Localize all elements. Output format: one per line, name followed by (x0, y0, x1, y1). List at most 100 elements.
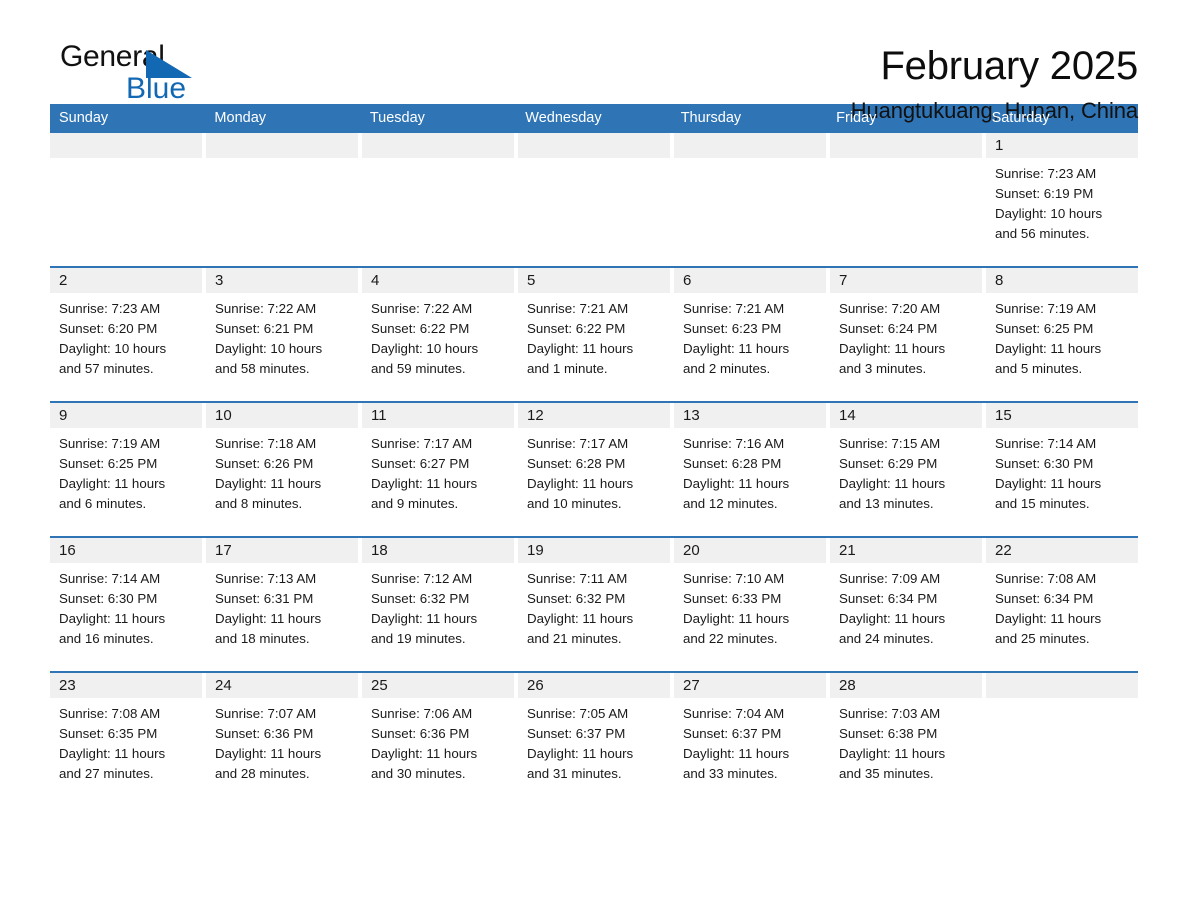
sunset-text: Sunset: 6:21 PM (215, 321, 314, 336)
sunrise-text: Sunrise: 7:15 AM (839, 436, 941, 451)
sunset-text: Sunset: 6:32 PM (527, 591, 626, 606)
day-cell[interactable]: 9 Sunrise: 7:19 AM Sunset: 6:25 PM Dayli… (50, 403, 202, 536)
daylight-text-line2: and 28 minutes. (215, 766, 310, 781)
day-cell[interactable]: 15 Sunrise: 7:14 AM Sunset: 6:30 PM Dayl… (986, 403, 1138, 536)
week-row: 23 Sunrise: 7:08 AM Sunset: 6:35 PM Dayl… (50, 671, 1138, 806)
day-number: 9 (50, 403, 202, 428)
sunrise-text: Sunrise: 7:23 AM (59, 301, 161, 316)
day-cell[interactable]: 27 Sunrise: 7:04 AM Sunset: 6:37 PM Dayl… (674, 673, 826, 806)
daylight-text-line1: Daylight: 10 hours (59, 341, 167, 356)
day-details: Sunrise: 7:08 AM Sunset: 6:34 PM Dayligh… (986, 563, 1138, 649)
daylight-text-line2: and 15 minutes. (995, 496, 1090, 511)
day-cell[interactable]: 18 Sunrise: 7:12 AM Sunset: 6:32 PM Dayl… (362, 538, 514, 671)
daylight-text-line1: Daylight: 11 hours (995, 341, 1102, 356)
day-cell[interactable]: 7 Sunrise: 7:20 AM Sunset: 6:24 PM Dayli… (830, 268, 982, 401)
day-cell[interactable] (986, 673, 1138, 806)
day-details: Sunrise: 7:08 AM Sunset: 6:35 PM Dayligh… (50, 698, 202, 784)
sunrise-text: Sunrise: 7:22 AM (371, 301, 473, 316)
daylight-text-line1: Daylight: 11 hours (839, 341, 946, 356)
day-cell[interactable]: 21 Sunrise: 7:09 AM Sunset: 6:34 PM Dayl… (830, 538, 982, 671)
daylight-text-line2: and 1 minute. (527, 361, 608, 376)
day-cell[interactable]: 24 Sunrise: 7:07 AM Sunset: 6:36 PM Dayl… (206, 673, 358, 806)
day-number: 14 (830, 403, 982, 428)
sunset-text: Sunset: 6:24 PM (839, 321, 938, 336)
day-number: 25 (362, 673, 514, 698)
daylight-text-line2: and 21 minutes. (527, 631, 622, 646)
daylight-text-line1: Daylight: 11 hours (683, 341, 790, 356)
daylight-text-line2: and 56 minutes. (995, 226, 1090, 241)
day-cell[interactable] (206, 133, 358, 266)
day-number (674, 133, 826, 158)
day-cell[interactable] (50, 133, 202, 266)
sunrise-text: Sunrise: 7:07 AM (215, 706, 317, 721)
daylight-text-line2: and 31 minutes. (527, 766, 622, 781)
day-number: 19 (518, 538, 670, 563)
day-cell[interactable]: 17 Sunrise: 7:13 AM Sunset: 6:31 PM Dayl… (206, 538, 358, 671)
sunrise-text: Sunrise: 7:08 AM (59, 706, 161, 721)
day-cell[interactable]: 25 Sunrise: 7:06 AM Sunset: 6:36 PM Dayl… (362, 673, 514, 806)
day-cell[interactable]: 13 Sunrise: 7:16 AM Sunset: 6:28 PM Dayl… (674, 403, 826, 536)
sunset-text: Sunset: 6:36 PM (215, 726, 314, 741)
day-number: 15 (986, 403, 1138, 428)
day-details: Sunrise: 7:11 AM Sunset: 6:32 PM Dayligh… (518, 563, 670, 649)
day-cell[interactable]: 19 Sunrise: 7:11 AM Sunset: 6:32 PM Dayl… (518, 538, 670, 671)
day-cell[interactable]: 1 Sunrise: 7:23 AM Sunset: 6:19 PM Dayli… (986, 133, 1138, 266)
day-details: Sunrise: 7:10 AM Sunset: 6:33 PM Dayligh… (674, 563, 826, 649)
day-cell[interactable]: 20 Sunrise: 7:10 AM Sunset: 6:33 PM Dayl… (674, 538, 826, 671)
day-cell[interactable]: 3 Sunrise: 7:22 AM Sunset: 6:21 PM Dayli… (206, 268, 358, 401)
sunset-text: Sunset: 6:32 PM (371, 591, 470, 606)
day-cell[interactable]: 23 Sunrise: 7:08 AM Sunset: 6:35 PM Dayl… (50, 673, 202, 806)
sunrise-text: Sunrise: 7:08 AM (995, 571, 1097, 586)
sunset-text: Sunset: 6:26 PM (215, 456, 314, 471)
day-cell[interactable]: 2 Sunrise: 7:23 AM Sunset: 6:20 PM Dayli… (50, 268, 202, 401)
sunrise-text: Sunrise: 7:12 AM (371, 571, 473, 586)
sunrise-text: Sunrise: 7:20 AM (839, 301, 941, 316)
daylight-text-line1: Daylight: 11 hours (839, 611, 946, 626)
day-cell[interactable]: 4 Sunrise: 7:22 AM Sunset: 6:22 PM Dayli… (362, 268, 514, 401)
day-cell[interactable] (518, 133, 670, 266)
day-number: 28 (830, 673, 982, 698)
daylight-text-line2: and 6 minutes. (59, 496, 147, 511)
day-details: Sunrise: 7:05 AM Sunset: 6:37 PM Dayligh… (518, 698, 670, 784)
day-details: Sunrise: 7:23 AM Sunset: 6:19 PM Dayligh… (986, 158, 1138, 244)
day-number: 4 (362, 268, 514, 293)
day-cell[interactable]: 28 Sunrise: 7:03 AM Sunset: 6:38 PM Dayl… (830, 673, 982, 806)
sunrise-text: Sunrise: 7:05 AM (527, 706, 629, 721)
day-cell[interactable]: 16 Sunrise: 7:14 AM Sunset: 6:30 PM Dayl… (50, 538, 202, 671)
day-details: Sunrise: 7:17 AM Sunset: 6:28 PM Dayligh… (518, 428, 670, 514)
day-cell[interactable] (362, 133, 514, 266)
day-cell[interactable]: 12 Sunrise: 7:17 AM Sunset: 6:28 PM Dayl… (518, 403, 670, 536)
daylight-text-line2: and 58 minutes. (215, 361, 310, 376)
daylight-text-line1: Daylight: 10 hours (371, 341, 479, 356)
day-cell[interactable]: 8 Sunrise: 7:19 AM Sunset: 6:25 PM Dayli… (986, 268, 1138, 401)
sunset-text: Sunset: 6:19 PM (995, 186, 1094, 201)
day-cell[interactable]: 26 Sunrise: 7:05 AM Sunset: 6:37 PM Dayl… (518, 673, 670, 806)
day-details: Sunrise: 7:22 AM Sunset: 6:21 PM Dayligh… (206, 293, 358, 379)
day-cell[interactable]: 14 Sunrise: 7:15 AM Sunset: 6:29 PM Dayl… (830, 403, 982, 536)
day-cell[interactable]: 22 Sunrise: 7:08 AM Sunset: 6:34 PM Dayl… (986, 538, 1138, 671)
daylight-text-line1: Daylight: 11 hours (215, 746, 322, 761)
day-number: 23 (50, 673, 202, 698)
daylight-text-line1: Daylight: 11 hours (527, 341, 634, 356)
day-cell[interactable]: 11 Sunrise: 7:17 AM Sunset: 6:27 PM Dayl… (362, 403, 514, 536)
daylight-text-line1: Daylight: 11 hours (995, 611, 1102, 626)
daylight-text-line2: and 16 minutes. (59, 631, 154, 646)
day-details: Sunrise: 7:06 AM Sunset: 6:36 PM Dayligh… (362, 698, 514, 784)
sunset-text: Sunset: 6:36 PM (371, 726, 470, 741)
day-cell[interactable]: 10 Sunrise: 7:18 AM Sunset: 6:26 PM Dayl… (206, 403, 358, 536)
calendar-page: General Blue February 2025 Huangtukuang,… (0, 0, 1188, 918)
daylight-text-line2: and 9 minutes. (371, 496, 459, 511)
daylight-text-line1: Daylight: 10 hours (215, 341, 323, 356)
day-cell[interactable] (830, 133, 982, 266)
day-number: 5 (518, 268, 670, 293)
day-number: 24 (206, 673, 358, 698)
day-cell[interactable] (674, 133, 826, 266)
daylight-text-line1: Daylight: 11 hours (371, 611, 478, 626)
page-header: General Blue February 2025 Huangtukuang,… (50, 0, 1138, 124)
day-number (206, 133, 358, 158)
day-details: Sunrise: 7:13 AM Sunset: 6:31 PM Dayligh… (206, 563, 358, 649)
day-cell[interactable]: 5 Sunrise: 7:21 AM Sunset: 6:22 PM Dayli… (518, 268, 670, 401)
day-cell[interactable]: 6 Sunrise: 7:21 AM Sunset: 6:23 PM Dayli… (674, 268, 826, 401)
sunrise-text: Sunrise: 7:11 AM (527, 571, 628, 586)
calendar-grid: Sunday Monday Tuesday Wednesday Thursday… (50, 104, 1138, 806)
